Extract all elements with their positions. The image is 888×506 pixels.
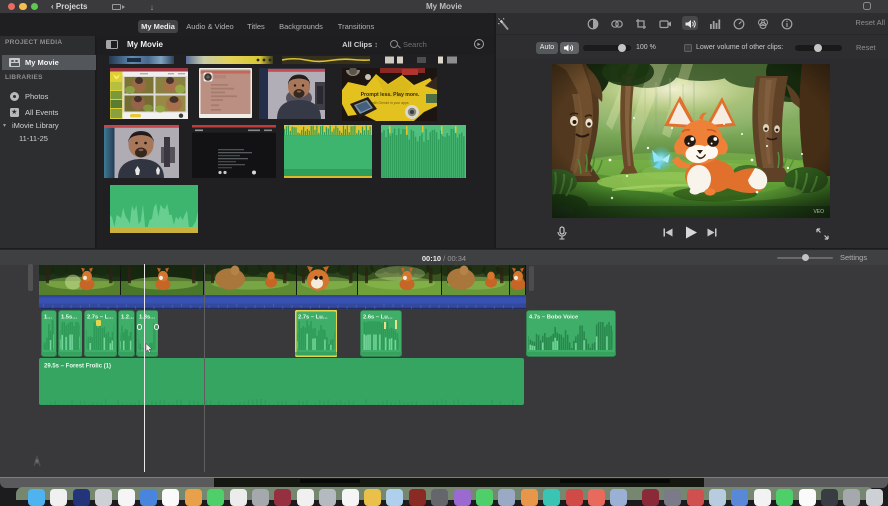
svg-text:29.5s – Forest Frolic (1): 29.5s – Forest Frolic (1): [44, 364, 111, 370]
svg-text:1.2...: 1.2...: [121, 315, 134, 321]
svg-text:4.7s – Bobo Voice: 4.7s – Bobo Voice: [529, 315, 579, 321]
svg-text:VEO: VEO: [813, 209, 824, 215]
svg-text:1...: 1...: [44, 315, 52, 321]
svg-text:with Gemini in your apps: with Gemini in your apps: [371, 101, 408, 105]
svg-text:2.6s – Lu...: 2.6s – Lu...: [363, 315, 393, 321]
svg-text:1.3s...: 1.3s...: [139, 315, 155, 321]
svg-text:2.7s – Lu...: 2.7s – Lu...: [298, 315, 328, 321]
svg-text:Prompt less. Play more.: Prompt less. Play more.: [361, 92, 420, 98]
svg-text:1.5s...: 1.5s...: [60, 315, 76, 321]
